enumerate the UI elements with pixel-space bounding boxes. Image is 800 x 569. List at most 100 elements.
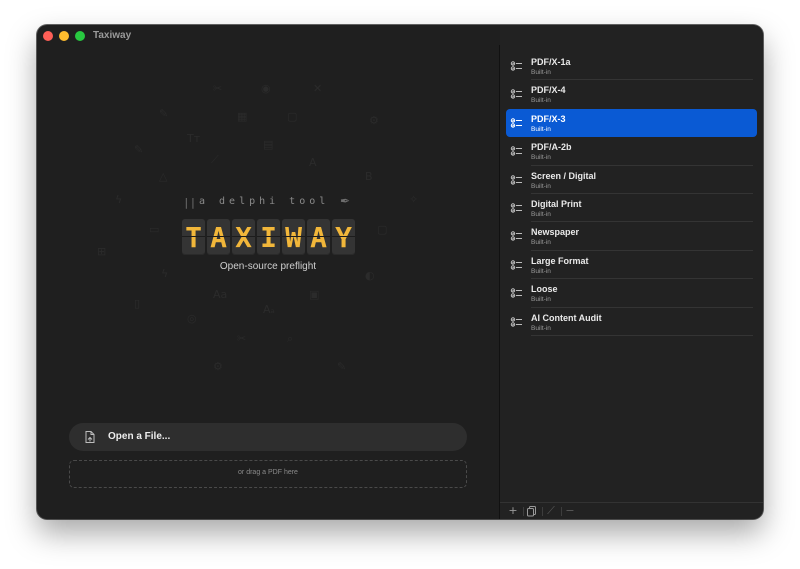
preset-source: Built-in [531,324,551,332]
document-icon: ▭ [149,223,160,236]
close-window-button[interactable] [43,31,53,41]
tagline-row: || a delphi tool ✒ [183,194,353,209]
preset-item[interactable]: Digital Print Built-in [506,194,757,223]
pen-icon: ✒ [340,194,351,208]
preset-item[interactable]: AI Content Audit Built-in [506,308,757,336]
square-icon: ▢ [377,223,388,236]
preset-item[interactable]: Loose Built-in [506,279,757,308]
preset-source: Built-in [531,154,551,162]
open-document-icon [85,431,95,443]
checklist-icon [510,174,522,185]
magnifier-icon: ⌕ [287,332,294,345]
plus-icon[interactable]: + [506,504,520,518]
grid-icon: ▦ [237,110,248,123]
preset-source: Built-in [531,69,551,76]
gear-icon: ⚙ [213,360,223,373]
app-subtitle: Open-source preflight [219,261,317,272]
ruler-icon: ⊞ [97,245,107,258]
flap-letter: A [207,219,230,255]
checklist-icon [510,89,522,100]
checklist-icon [510,203,522,213]
checklist-icon [510,118,522,128]
preset-source: Built-in [531,182,551,190]
preset-sidebar: PDF/X-1a Built-in PDF/X-4 Built-in PDF/X-3 Bu… [500,25,763,519]
checklist-icon [510,61,522,71]
minus-icon[interactable]: − [563,504,577,518]
eye-icon: ◉ [261,82,271,95]
preset-source: Built-in [531,210,551,218]
pencil-icon: ✎ [159,107,169,120]
pencil-icon: ✎ [337,360,347,373]
photo-icon: ▣ [309,288,320,301]
preset-name: PDF/X-4 [531,85,566,96]
checklist-icon [510,288,522,298]
zoom-window-button[interactable] [75,31,85,41]
checklist-icon [510,316,522,327]
preset-item[interactable]: PDF/A-2b Built-in [506,137,757,166]
scissors-icon: ✂ [213,82,223,95]
triangle-icon: △ [159,170,168,183]
close-icon: ✕ [313,82,323,95]
preset-source: Built-in [531,239,551,247]
preset-source: Built-in [531,296,551,304]
flap-letter: T [182,219,205,255]
flap-letter: A [307,219,330,255]
preset-item[interactable]: PDF/X-1a Built-in [506,52,757,81]
preset-name: AI Content Audit [531,312,602,323]
app-window: ✂ ◉ ✕ ✎ ▦ ▢ ⚙ Tт ▤ ✎ ⟋ A B △ ϟ ✧ ▭ ▢ ⊞ ϟ… [37,25,763,519]
checklist-icon [510,231,522,242]
preset-name: PDF/A-2b [531,142,572,153]
open-file-button[interactable]: Open a File... [69,423,467,451]
open-file-label: Open a File... [108,431,171,442]
toolbar-separator [542,507,543,516]
text-size-icon: A [309,156,317,169]
eye-icon: ◎ [187,312,197,325]
preset-source: Built-in [531,97,551,105]
preset-name: PDF/X-1a [531,57,571,67]
preset-name: Loose [531,284,558,295]
flap-letter: Y [332,219,355,255]
preset-item[interactable]: Large Format Built-in [506,251,757,280]
window-title: Taxiway [93,30,132,41]
bold-icon: B [365,170,373,183]
scissors-icon: ✂ [237,332,247,345]
pdf-drop-zone[interactable]: or drag a PDF here [69,460,467,488]
checklist-icon [510,260,522,270]
row-separator [531,334,753,336]
preset-source: Built-in [531,125,551,133]
layers-icon: ▤ [263,138,274,151]
minimize-window-button[interactable] [59,31,69,41]
preset-name: Digital Print [531,198,582,209]
preset-name: PDF/X-3 [531,113,566,124]
pencil-icon: ✎ [134,143,144,156]
file-icon: ▯ [134,297,141,310]
preset-item[interactable]: PDF/X-4 Built-in [506,80,757,108]
preset-name: Large Format [531,255,589,266]
bolt-icon: ϟ [115,193,123,206]
checklist-icon [510,146,522,156]
preset-item[interactable]: Screen / Digital Built-in [506,166,757,194]
toolbar-separator [561,507,562,516]
title-bar: Taxiway [37,25,499,47]
preset-list: PDF/X-1a Built-in PDF/X-4 Built-in PDF/X-3 Bu… [506,52,757,336]
text-icon: Tт [187,132,201,145]
wand-icon: ✧ [409,193,419,206]
preset-source: Built-in [531,267,551,275]
preset-toolbar: + ⟋ − [500,503,763,519]
flap-letter: I [257,219,280,255]
square-icon: ▢ [287,110,298,123]
preset-item[interactable]: PDF/X-3 Built-in [506,108,757,138]
preset-name: Newspaper [531,227,580,238]
text-size-icon: Aₐ [263,303,275,316]
preset-name: Screen / Digital [531,170,597,181]
toolbar-separator [523,507,524,516]
gear-icon: ⚙ [369,114,379,127]
barcode-icon: || [183,196,197,209]
tagline: a delphi tool [199,196,330,207]
split-flap-logo: T A X I W A Y [182,219,355,257]
pen-icon: ⟋ [211,153,219,166]
preset-item[interactable]: Newspaper Built-in [506,222,757,251]
pencil-icon[interactable]: ⟋ [544,504,558,518]
flap-letter: W [282,219,305,255]
duplicate-icon[interactable] [525,504,539,518]
